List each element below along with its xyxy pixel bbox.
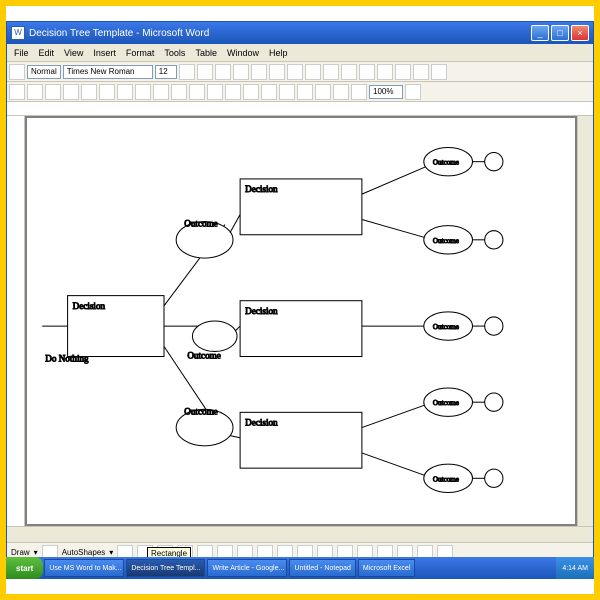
font-color-button[interactable]: [431, 64, 447, 80]
autoshapes-menu[interactable]: AutoShapes: [62, 548, 106, 557]
hyperlink-button[interactable]: [225, 84, 241, 100]
underline-button[interactable]: [215, 64, 231, 80]
taskbar-item-3[interactable]: Write Article - Google...: [207, 559, 287, 577]
format-painter-button[interactable]: [171, 84, 187, 100]
style-select[interactable]: Normal: [27, 65, 61, 79]
maximize-button[interactable]: □: [551, 25, 569, 41]
outcome-small-label-e: Outcome: [433, 475, 459, 483]
save-button[interactable]: [45, 84, 61, 100]
outcome-small-label-a: Outcome: [433, 159, 459, 167]
system-tray[interactable]: 4:14 AM: [556, 557, 594, 579]
word-app-icon: W: [11, 26, 25, 40]
tables-borders-button[interactable]: [243, 84, 259, 100]
minimize-button[interactable]: _: [531, 25, 549, 41]
outcome-ellipse-mid[interactable]: [192, 321, 237, 351]
show-hide-button[interactable]: [351, 84, 367, 100]
outcome-small-label-b: Outcome: [433, 237, 459, 245]
menu-tools[interactable]: Tools: [159, 48, 190, 58]
numbering-button[interactable]: [323, 64, 339, 80]
columns-button[interactable]: [297, 84, 313, 100]
workspace: Decision Do Nothing Outcome Outcome Outc…: [7, 116, 593, 526]
open-button[interactable]: [27, 84, 43, 100]
menu-view[interactable]: View: [59, 48, 88, 58]
taskbar-item-1[interactable]: Use MS Word to Mak...: [44, 559, 124, 577]
vertical-ruler[interactable]: [7, 116, 25, 526]
drawing-button[interactable]: [315, 84, 331, 100]
excel-button[interactable]: [279, 84, 295, 100]
do-nothing-label-1: Do Nothing: [45, 354, 89, 364]
horizontal-ruler[interactable]: [7, 102, 593, 116]
outcome-small-label-c: Outcome: [433, 323, 459, 331]
start-label: start: [16, 564, 33, 573]
window-title: Decision Tree Template - Microsoft Word: [29, 28, 209, 39]
decision-label-bot: Decision: [245, 418, 278, 428]
align-center-button[interactable]: [251, 64, 267, 80]
bullets-button[interactable]: [341, 64, 357, 80]
menu-table[interactable]: Table: [190, 48, 222, 58]
italic-button[interactable]: [197, 64, 213, 80]
terminal-circle-b[interactable]: [485, 231, 503, 249]
new-button[interactable]: [9, 84, 25, 100]
draw-menu[interactable]: Draw: [11, 548, 30, 557]
title-bar[interactable]: W Decision Tree Template - Microsoft Wor…: [7, 22, 593, 44]
outcome-label-top: Outcome: [184, 219, 217, 229]
menu-window[interactable]: Window: [222, 48, 264, 58]
windows-taskbar: start Use MS Word to Mak... Decision Tre…: [6, 557, 594, 579]
document-page[interactable]: Decision Do Nothing Outcome Outcome Outc…: [27, 118, 575, 524]
terminal-circle-e[interactable]: [485, 469, 503, 487]
terminal-circle-c[interactable]: [485, 317, 503, 335]
close-button[interactable]: ×: [571, 25, 589, 41]
spelling-button[interactable]: [99, 84, 115, 100]
outcome-small-label-d: Outcome: [433, 399, 459, 407]
decision-tree-diagram: Decision Do Nothing Outcome Outcome Outc…: [27, 118, 575, 524]
menu-edit[interactable]: Edit: [34, 48, 60, 58]
redo-button[interactable]: [207, 84, 223, 100]
terminal-circle-a[interactable]: [485, 153, 503, 171]
outline-view-icon[interactable]: [9, 64, 25, 80]
decision-label-mid: Decision: [245, 306, 278, 316]
decrease-indent-button[interactable]: [359, 64, 375, 80]
zoom-select[interactable]: 100%: [369, 85, 403, 99]
menu-insert[interactable]: Insert: [88, 48, 121, 58]
app-window: W Decision Tree Template - Microsoft Wor…: [6, 21, 594, 579]
menu-file[interactable]: File: [9, 48, 34, 58]
cut-button[interactable]: [117, 84, 133, 100]
help-button[interactable]: [405, 84, 421, 100]
vertical-scrollbar[interactable]: [577, 116, 593, 526]
taskbar-item-4[interactable]: Untitled - Notepad: [289, 559, 355, 577]
terminal-circle-d[interactable]: [485, 393, 503, 411]
line-spacing-button[interactable]: [305, 64, 321, 80]
paste-button[interactable]: [153, 84, 169, 100]
font-select[interactable]: Times New Roman: [63, 65, 153, 79]
undo-button[interactable]: [189, 84, 205, 100]
decision-label-top: Decision: [245, 184, 278, 194]
taskbar-item-5[interactable]: Microsoft Excel: [358, 559, 415, 577]
menu-help[interactable]: Help: [264, 48, 293, 58]
borders-button[interactable]: [395, 64, 411, 80]
font-size-select[interactable]: 12: [155, 65, 177, 79]
doc-map-button[interactable]: [333, 84, 349, 100]
outcome-label-bot: Outcome: [184, 406, 217, 416]
increase-indent-button[interactable]: [377, 64, 393, 80]
insert-table-button[interactable]: [261, 84, 277, 100]
taskbar-item-2[interactable]: Decision Tree Templ...: [126, 559, 205, 577]
align-left-button[interactable]: [233, 64, 249, 80]
copy-button[interactable]: [135, 84, 151, 100]
outcome-label-mid: Outcome: [187, 351, 220, 361]
justify-button[interactable]: [287, 64, 303, 80]
decision-label-root: Decision: [73, 301, 106, 311]
menu-bar: File Edit View Insert Format Tools Table…: [7, 44, 593, 62]
menu-format[interactable]: Format: [121, 48, 160, 58]
highlight-button[interactable]: [413, 64, 429, 80]
start-button[interactable]: start: [6, 557, 43, 579]
formatting-toolbar: Normal Times New Roman 12: [7, 62, 593, 82]
align-right-button[interactable]: [269, 64, 285, 80]
tray-clock: 4:14 AM: [562, 565, 588, 572]
print-button[interactable]: [63, 84, 79, 100]
horizontal-scrollbar[interactable]: [7, 526, 593, 542]
bold-button[interactable]: [179, 64, 195, 80]
standard-toolbar: 100%: [7, 82, 593, 102]
print-preview-button[interactable]: [81, 84, 97, 100]
